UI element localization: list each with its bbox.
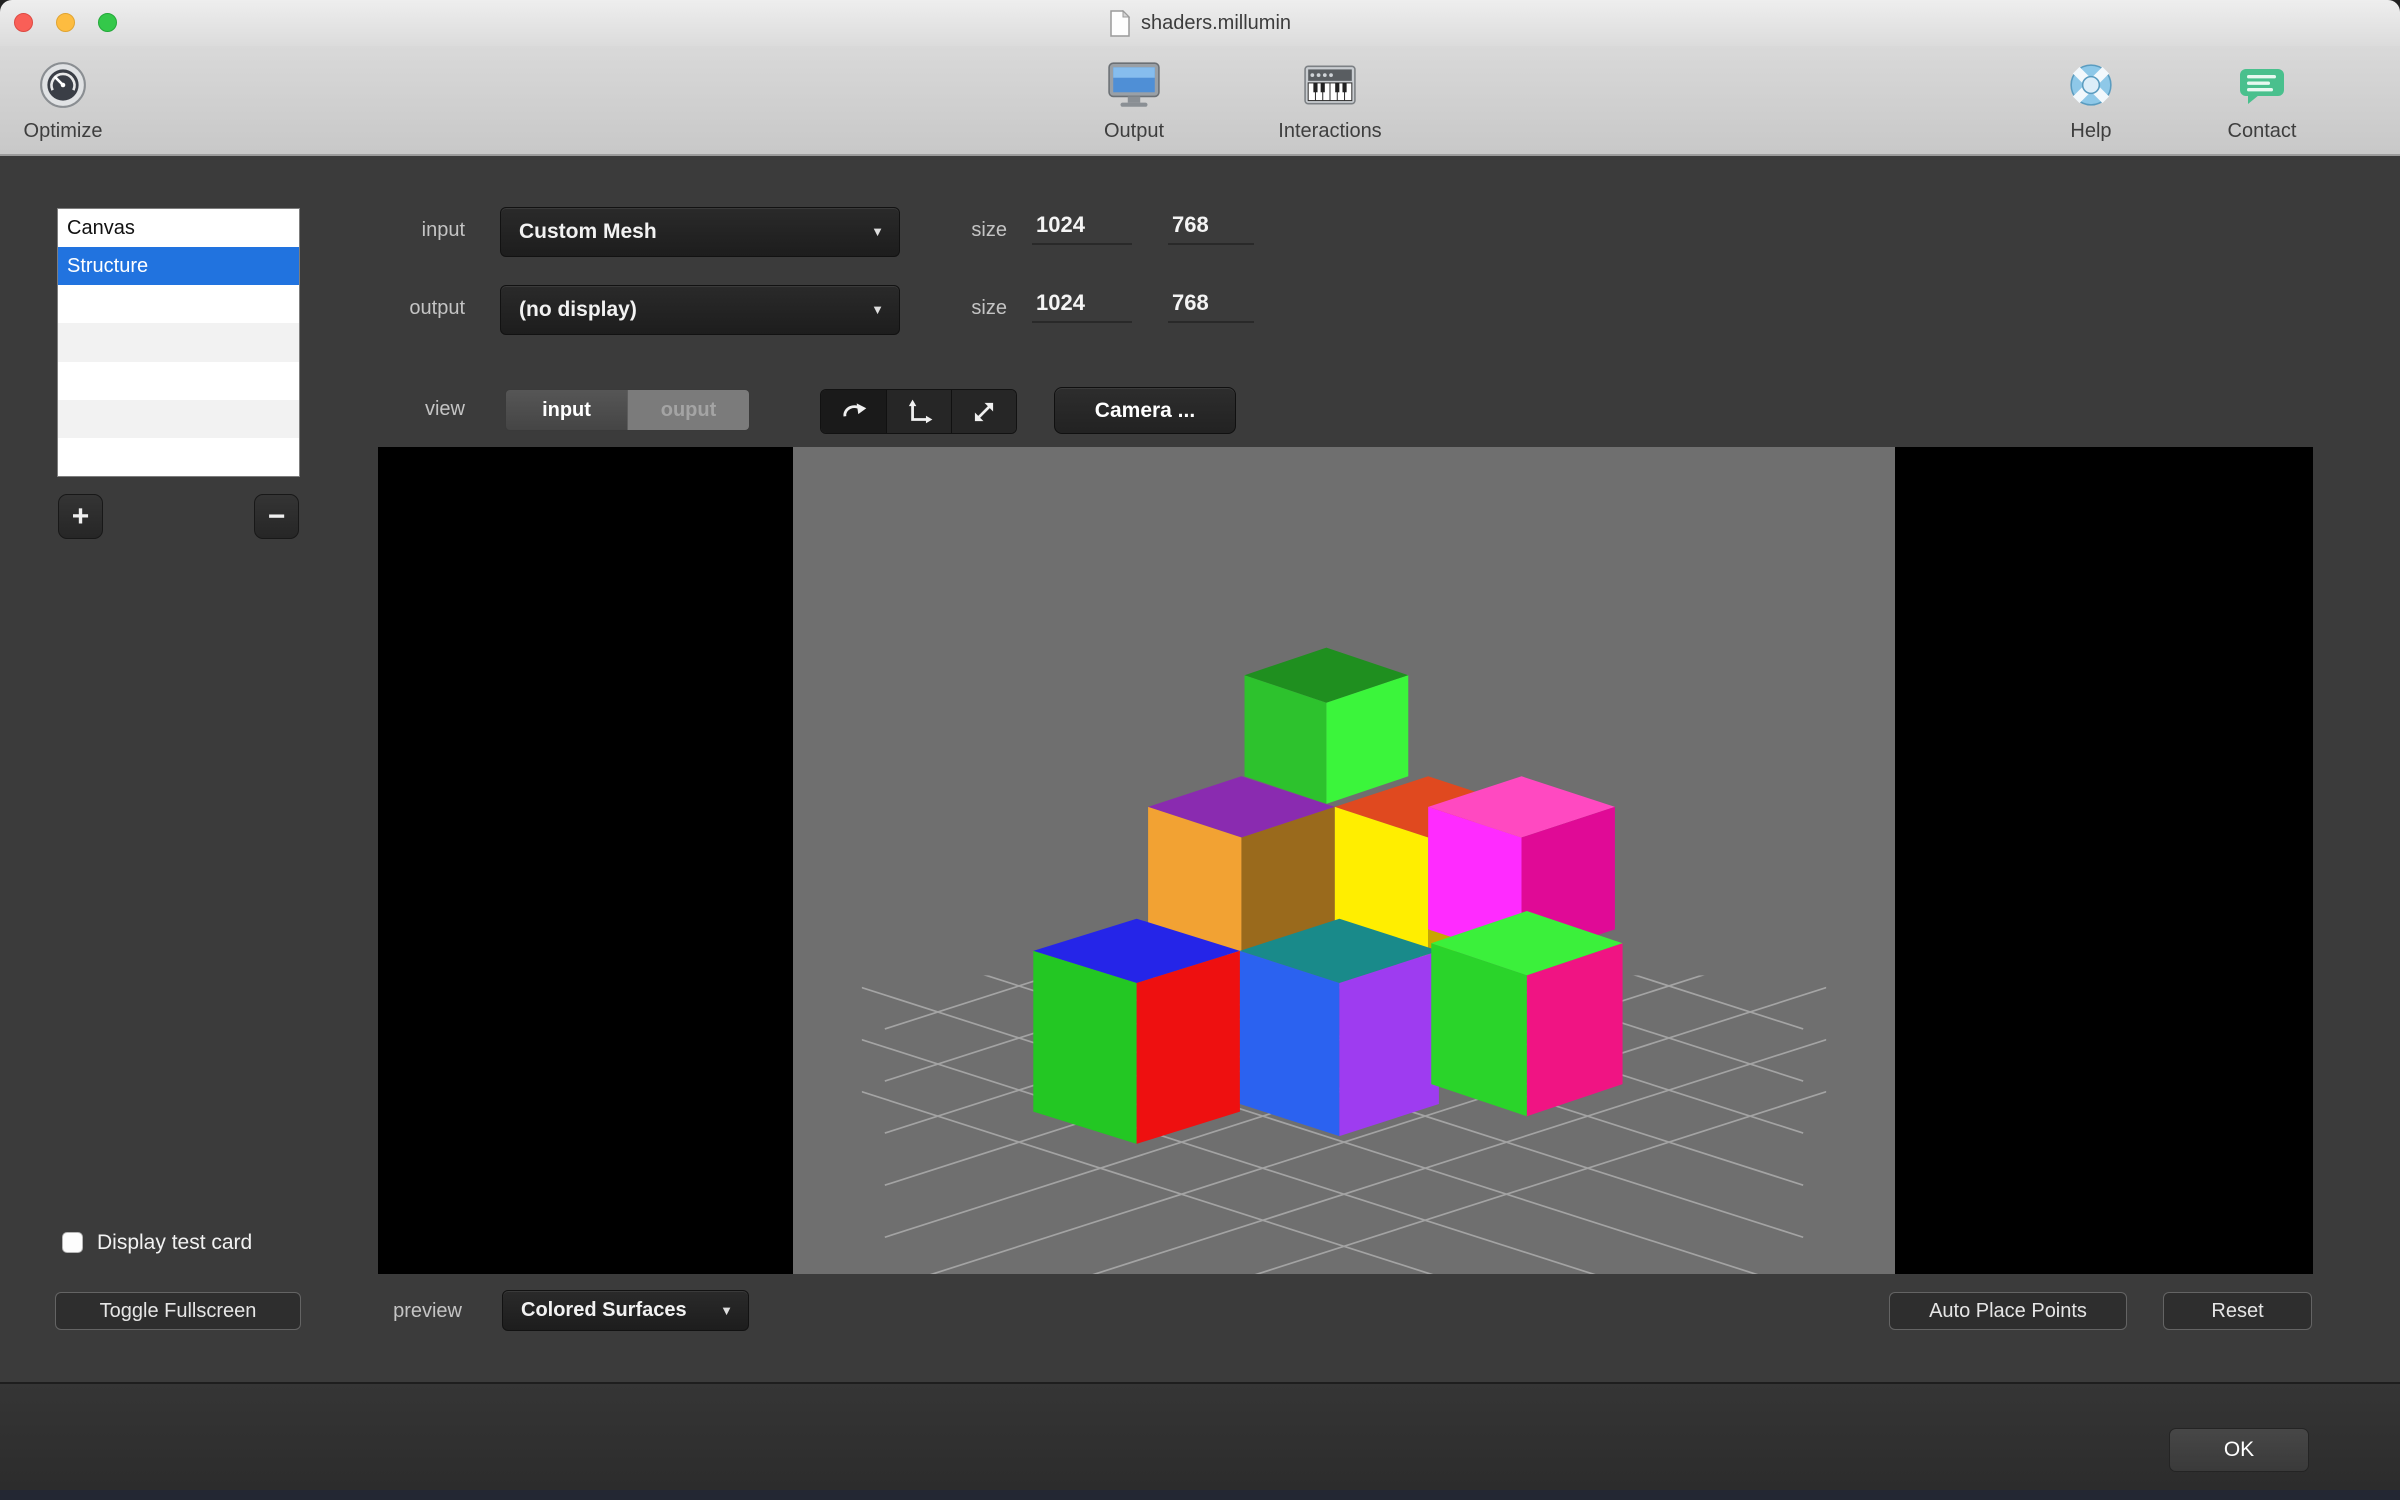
chevron-down-icon: ▼ [871, 302, 884, 318]
document-icon [1110, 9, 1131, 37]
preview-3d-scene [861, 647, 1827, 1274]
window-bottom-edge [0, 1490, 2400, 1500]
toolbar: Optimize Output Interactions Help Contac… [0, 46, 2400, 156]
keyboard-icon [1303, 54, 1357, 116]
title-area: shaders.millumin [0, 0, 2400, 46]
titlebar: shaders.millumin [0, 0, 2400, 46]
optimize-button[interactable]: Optimize [0, 54, 143, 154]
add-layer-button[interactable]: + [58, 494, 103, 539]
input-source-dropdown[interactable]: Custom Mesh ▼ [500, 207, 900, 257]
list-item-canvas[interactable]: Canvas [58, 209, 299, 247]
scale-tool-button[interactable] [951, 390, 1016, 433]
input-source-value: Custom Mesh [519, 220, 657, 243]
list-item-empty[interactable] [58, 285, 299, 323]
list-item-empty[interactable] [58, 323, 299, 362]
list-item-structure[interactable]: Structure [58, 247, 299, 286]
ok-button[interactable]: OK [2169, 1428, 2309, 1472]
display-test-card-checkbox[interactable] [62, 1232, 83, 1253]
contact-label: Contact [2227, 120, 2297, 142]
rotate-tool-button[interactable] [821, 390, 886, 433]
preview-viewport[interactable] [793, 447, 1895, 1274]
output-label: Output [1103, 120, 1165, 142]
preview-mode-dropdown[interactable]: Colored Surfaces ▼ [502, 1290, 749, 1331]
auto-place-points-button[interactable]: Auto Place Points [1889, 1292, 2127, 1330]
contact-button[interactable]: Contact [2182, 54, 2342, 154]
monitor-icon [1107, 54, 1161, 116]
output-size-label: size [971, 297, 1007, 319]
list-item-empty[interactable] [58, 399, 299, 438]
input-label: input [421, 219, 465, 241]
remove-layer-button[interactable]: − [254, 494, 299, 539]
input-width-field[interactable] [1032, 210, 1132, 245]
translate-tool-button[interactable] [886, 390, 951, 433]
colored-cubes [1033, 647, 1623, 1144]
interactions-label: Interactions [1278, 120, 1382, 142]
view-segment-output[interactable]: ouput [627, 390, 749, 430]
help-label: Help [2070, 120, 2112, 142]
transform-tools [820, 389, 1017, 434]
optimize-label: Optimize [23, 120, 103, 142]
preview-mode-value: Colored Surfaces [521, 1299, 687, 1321]
help-button[interactable]: Help [2011, 54, 2171, 154]
input-height-field[interactable] [1168, 210, 1254, 245]
rotate-icon [842, 402, 866, 416]
output-display-value: (no display) [519, 298, 637, 321]
scale-icon [974, 402, 994, 421]
interactions-button[interactable]: Interactions [1250, 54, 1410, 154]
output-display-dropdown[interactable]: (no display) ▼ [500, 285, 900, 335]
speech-bubble-icon [2238, 54, 2286, 116]
camera-button[interactable]: Camera ... [1054, 387, 1236, 434]
view-segment-input[interactable]: input [506, 390, 627, 430]
chevron-down-icon: ▼ [720, 1302, 733, 1318]
output-height-field[interactable] [1168, 288, 1254, 323]
lifebuoy-icon [2068, 54, 2114, 116]
preview-panel [378, 447, 2313, 1274]
list-item-empty[interactable] [58, 362, 299, 400]
list-item-empty[interactable] [58, 438, 299, 476]
view-segmented-control: input ouput [505, 389, 750, 431]
view-label: view [424, 398, 465, 420]
window-title: shaders.millumin [1140, 11, 1292, 34]
footer-bar [0, 1382, 2400, 1500]
translate-icon [908, 399, 933, 423]
preview-label: preview [393, 1300, 462, 1322]
optimize-gauge-icon [38, 54, 88, 116]
output-label: output [409, 297, 465, 319]
output-width-field[interactable] [1032, 288, 1132, 323]
reset-button[interactable]: Reset [2163, 1292, 2312, 1330]
layer-list: Canvas Structure [57, 208, 300, 477]
display-test-card-label: Display test card [97, 1231, 253, 1254]
chevron-down-icon: ▼ [871, 224, 884, 240]
toggle-fullscreen-button[interactable]: Toggle Fullscreen [55, 1292, 301, 1330]
app-window: shaders.millumin Optimize Output Interac… [0, 0, 2400, 1500]
output-button[interactable]: Output [1054, 54, 1214, 154]
input-size-label: size [971, 219, 1007, 241]
